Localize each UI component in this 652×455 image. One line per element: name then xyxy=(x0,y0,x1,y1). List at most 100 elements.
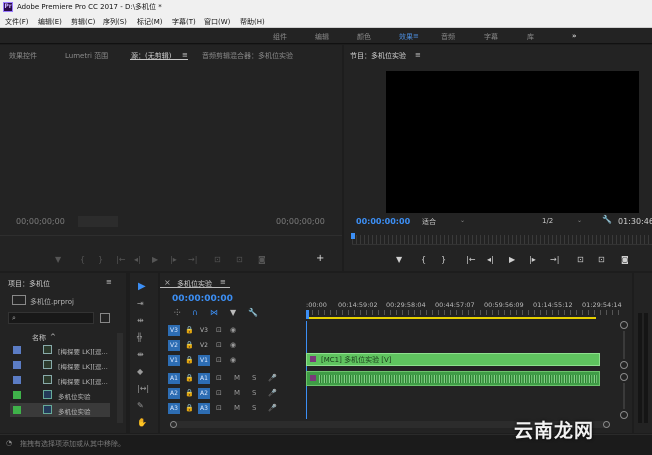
menu-window[interactable]: 窗口(W) xyxy=(204,17,230,27)
lock-icon[interactable]: 🔒 xyxy=(185,341,194,349)
sync-lock-icon[interactable]: ⊡ xyxy=(216,389,222,397)
linked-selection-icon[interactable]: ⋈ xyxy=(210,309,218,317)
add-marker-icon[interactable]: ▼ xyxy=(230,309,236,317)
sync-lock-icon[interactable]: ⊡ xyxy=(216,341,222,349)
wrench-icon[interactable]: 🔧 xyxy=(248,309,258,317)
list-item[interactable]: [梅探要 LK][逗... xyxy=(10,373,110,387)
add-button-icon[interactable]: + xyxy=(316,254,324,264)
step-forward-icon[interactable]: |▸ xyxy=(529,256,536,264)
program-timecode[interactable]: 00:00:00:00 xyxy=(356,217,410,226)
new-bin-icon[interactable] xyxy=(100,313,110,323)
list-item[interactable]: [梅探要 LK][逗... xyxy=(10,358,110,372)
menu-edit[interactable]: 编辑(E) xyxy=(38,17,62,27)
track-target-v2[interactable]: V2 xyxy=(198,340,210,351)
menu-file[interactable]: 文件(F) xyxy=(5,17,29,27)
razor-tool-icon[interactable]: ◆ xyxy=(137,368,143,376)
close-icon[interactable]: × xyxy=(164,278,171,287)
go-to-in-icon[interactable]: |← xyxy=(466,256,475,264)
track-target-v1[interactable]: V1 xyxy=(198,355,210,366)
workspace-audio[interactable]: 音频 xyxy=(441,32,455,42)
program-time-ruler[interactable] xyxy=(352,235,652,244)
snap-icon[interactable]: ∩ xyxy=(192,309,198,317)
mark-in-icon[interactable]: { xyxy=(80,256,85,264)
mute-button[interactable]: M xyxy=(234,374,240,382)
program-monitor-video[interactable] xyxy=(386,71,639,213)
solo-button[interactable]: S xyxy=(252,389,256,397)
project-search-input[interactable]: ⌕ xyxy=(8,312,94,324)
program-playhead[interactable] xyxy=(351,233,355,239)
add-marker-icon[interactable]: ▼ xyxy=(55,256,61,264)
track-target-a1[interactable]: A1 xyxy=(198,373,210,384)
fit-dropdown[interactable]: 适合 ⌄ xyxy=(422,216,470,227)
project-menu-icon[interactable]: ≡ xyxy=(106,278,112,286)
source-patch-v1[interactable]: V1 xyxy=(168,355,180,366)
tab-program[interactable]: 节目：多机位实验 xyxy=(350,51,406,61)
workspace-overflow-icon[interactable]: » xyxy=(572,32,577,40)
ripple-edit-tool-icon[interactable]: ⇹ xyxy=(137,317,144,325)
sort-up-icon[interactable]: ^ xyxy=(50,333,56,341)
vertical-zoom-handle[interactable] xyxy=(620,411,628,419)
go-to-out-icon[interactable]: →| xyxy=(188,256,197,264)
mute-button[interactable]: M xyxy=(234,404,240,412)
scroll-handle-right[interactable] xyxy=(603,421,610,428)
vertical-zoom-handle[interactable] xyxy=(620,373,628,381)
menu-help[interactable]: 帮助(H) xyxy=(240,17,265,27)
lock-icon[interactable]: 🔒 xyxy=(185,404,194,412)
overwrite-icon[interactable]: ⊡ xyxy=(236,256,243,264)
tab-audio-clip-mixer[interactable]: 音频剪辑混合器：多机位实验 xyxy=(202,51,293,61)
lock-icon[interactable]: 🔒 xyxy=(185,374,194,382)
menu-title[interactable]: 字幕(T) xyxy=(172,17,196,27)
lock-icon[interactable]: 🔒 xyxy=(185,326,194,334)
export-frame-icon[interactable]: ◙ xyxy=(258,256,266,264)
sync-lock-icon[interactable]: ⊡ xyxy=(216,326,222,334)
source-patch-v2[interactable]: V2 xyxy=(168,340,180,351)
workspace-libraries[interactable]: 库 xyxy=(527,32,534,42)
source-timecode-in[interactable]: 00;00;00;00 xyxy=(16,217,65,226)
source-scrubber[interactable] xyxy=(0,235,342,236)
list-item[interactable]: [梅探要 LK][逗... xyxy=(10,343,110,357)
lift-icon[interactable]: ⊡ xyxy=(577,256,584,264)
extract-icon[interactable]: ⊡ xyxy=(598,256,605,264)
tab-lumetri-scopes[interactable]: Lumetri 范围 xyxy=(65,51,108,61)
track-target-a3[interactable]: A3 xyxy=(198,403,210,414)
selection-tool-icon[interactable]: ▶ xyxy=(138,282,146,292)
lock-icon[interactable]: 🔒 xyxy=(185,356,194,364)
wrench-icon[interactable]: 🔧 xyxy=(602,216,612,224)
step-back-icon[interactable]: ◂| xyxy=(487,256,494,264)
rate-stretch-tool-icon[interactable]: ⇼ xyxy=(137,351,144,359)
track-target-a2[interactable]: A2 xyxy=(198,388,210,399)
timeline-timecode[interactable]: 00:00:00:00 xyxy=(172,294,233,304)
microphone-icon[interactable]: 🎤 xyxy=(268,389,277,397)
rolling-edit-tool-icon[interactable]: ╬ xyxy=(137,334,142,342)
slip-tool-icon[interactable]: |↔| xyxy=(137,385,149,393)
source-patch-a1[interactable]: A1 xyxy=(168,373,180,384)
add-marker-icon[interactable]: ▼ xyxy=(396,256,402,264)
solo-button[interactable]: S xyxy=(252,404,256,412)
audio-scrollbar[interactable] xyxy=(623,383,625,409)
workspace-titles[interactable]: 字幕 xyxy=(484,32,498,42)
workspace-effects[interactable]: 效果 xyxy=(399,32,413,42)
go-to-in-icon[interactable]: |← xyxy=(116,256,125,264)
resolution-dropdown[interactable]: 1/2 ⌄ xyxy=(542,216,590,227)
project-title[interactable]: 项目：多机位 xyxy=(8,279,50,289)
time-ruler[interactable]: :00:00 00:14:59:02 00:29:58:04 00:44:57:… xyxy=(306,297,624,321)
pen-tool-icon[interactable]: ✎ xyxy=(137,402,144,410)
lock-icon[interactable]: 🔒 xyxy=(185,389,194,397)
mark-in-icon[interactable]: { xyxy=(421,256,426,264)
timeline-menu-icon[interactable]: ≡ xyxy=(220,278,226,286)
audio-clip[interactable] xyxy=(306,371,600,386)
sync-lock-icon[interactable]: ⊡ xyxy=(216,356,222,364)
hand-tool-icon[interactable]: ✋ xyxy=(137,419,147,427)
tab-menu-icon[interactable]: ≡ xyxy=(182,51,188,59)
eye-icon[interactable]: ◉ xyxy=(230,326,236,334)
eye-icon[interactable]: ◉ xyxy=(230,356,236,364)
workspace-color[interactable]: 颜色 xyxy=(357,32,371,42)
step-back-icon[interactable]: ◂| xyxy=(134,256,141,264)
list-item[interactable]: 多机位实验 xyxy=(10,388,110,402)
track-target-v3[interactable]: V3 xyxy=(198,325,210,336)
program-tab-menu-icon[interactable]: ≡ xyxy=(415,51,421,59)
column-name-header[interactable]: 名称 xyxy=(32,333,46,343)
play-icon[interactable]: ▶ xyxy=(509,256,515,264)
playhead-marker[interactable] xyxy=(306,310,309,319)
vertical-zoom-handle[interactable] xyxy=(620,361,628,369)
